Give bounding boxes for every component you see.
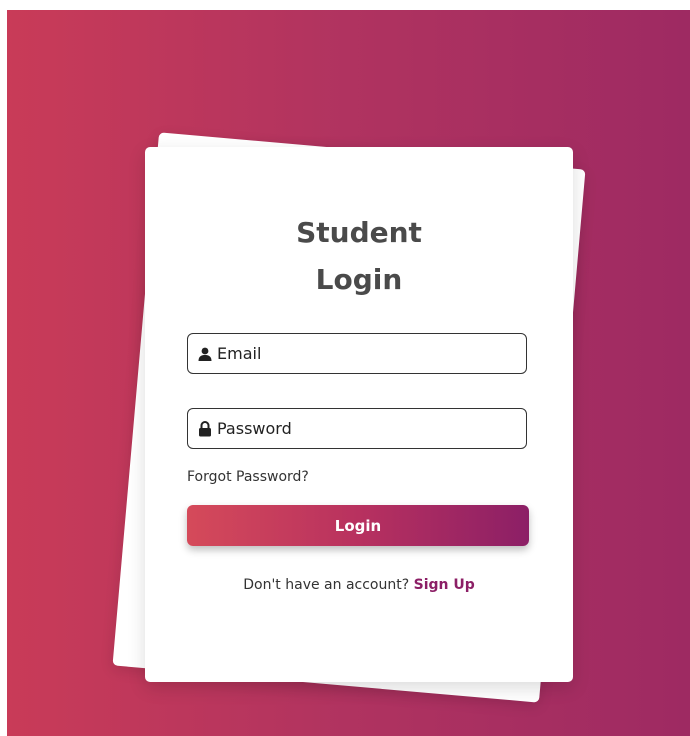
password-input[interactable] <box>217 419 507 438</box>
signup-prompt: Don't have an account? Sign Up <box>145 577 573 593</box>
signup-link[interactable]: Sign Up <box>414 577 475 593</box>
title-line-2: Login <box>315 263 403 296</box>
email-input[interactable] <box>217 344 507 363</box>
email-field[interactable] <box>187 333 527 374</box>
lock-icon <box>198 420 212 437</box>
forgot-password-link[interactable]: Forgot Password? <box>187 469 309 485</box>
page-title: Student Login <box>145 209 573 303</box>
user-icon <box>198 346 212 362</box>
login-card: Student Login Forgot Password? Logi <box>145 147 573 682</box>
title-line-1: Student <box>296 216 422 249</box>
page-background: Student Login Forgot Password? Logi <box>7 10 690 736</box>
signup-prompt-text: Don't have an account? <box>243 577 410 593</box>
login-button[interactable]: Login <box>187 505 529 546</box>
password-field[interactable] <box>187 408 527 449</box>
